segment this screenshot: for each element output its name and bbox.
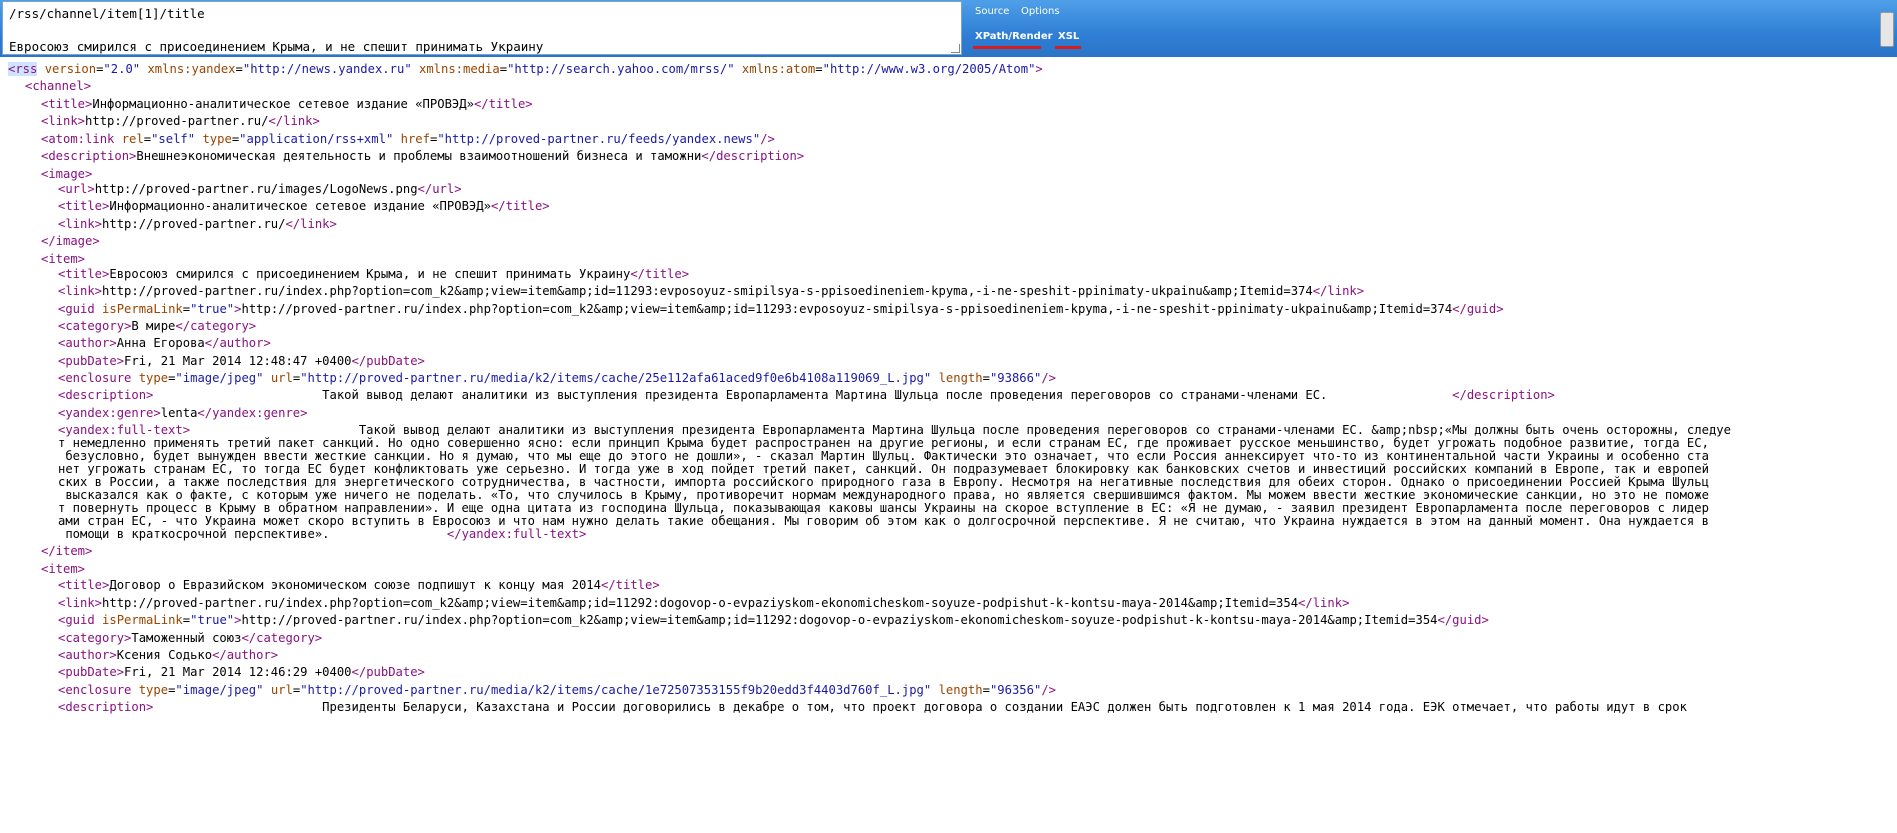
xpath-query-textarea[interactable]: /rss/channel/item[1]/title Евросоюз смир… <box>2 1 962 55</box>
item2-enclosure-line: <enclosure type="image/jpeg" url="http:/… <box>58 683 1057 697</box>
channel-title-line: <title>Информационно-аналитическое сетев… <box>41 97 533 111</box>
item2-category-line: <category>Таможенный союз</category> <box>58 631 323 645</box>
rss-open-line: <rss version="2.0" xmlns:yandex="http://… <box>8 62 1043 76</box>
image-link-line: <link>http://proved-partner.ru/</link> <box>58 217 337 231</box>
item1-link-line: <link>http://proved-partner.ru/index.php… <box>58 284 1365 298</box>
channel-description-line: <description>Внешнеэкономическая деятель… <box>41 149 805 163</box>
tab-xpath-render[interactable]: XPath/Render <box>975 31 1053 42</box>
item1-enclosure-line: <enclosure type="image/jpeg" url="http:/… <box>58 371 1057 385</box>
source-link[interactable]: Source <box>975 6 1009 17</box>
active-tab-underline <box>973 46 1041 49</box>
item2-title-line: <title>Договор о Евразийском экономическ… <box>58 578 660 592</box>
xpath-result-text: Евросоюз смирился с присоединением Крыма… <box>9 39 544 54</box>
item2-description-line: <description> Президенты Беларуси, Казах… <box>58 700 1687 714</box>
item2-author-line: <author>Ксения Содько</author> <box>58 648 279 662</box>
item1-author-line: <author>Анна Егорова</author> <box>58 336 271 350</box>
image-close-line: </image> <box>41 234 100 248</box>
scrollbar-thumb[interactable] <box>1880 12 1894 47</box>
item-close-line: </item> <box>41 544 93 558</box>
item1-fulltext-line-9: помощи в краткосрочной перспективе». </y… <box>58 527 587 541</box>
item1-guid-line: <guid isPermaLink="true">http://proved-p… <box>58 302 1504 316</box>
item2-link-line: <link>http://proved-partner.ru/index.php… <box>58 596 1350 610</box>
item1-pubdate-line: <pubDate>Fri, 21 Mar 2014 12:48:47 +0400… <box>58 354 425 368</box>
image-title-line: <title>Информационно-аналитическое сетев… <box>58 199 550 213</box>
image-url-line: <url>http://proved-partner.ru/images/Log… <box>58 182 462 196</box>
item2-guid-line: <guid isPermaLink="true">http://proved-p… <box>58 613 1489 627</box>
tab-xsl[interactable]: XSL <box>1058 31 1079 42</box>
channel-link-line: <link>http://proved-partner.ru/</link> <box>41 114 320 128</box>
xpath-toolbar: /rss/channel/item[1]/title Евросоюз смир… <box>0 0 1897 57</box>
resize-grip-icon[interactable] <box>951 44 960 53</box>
options-link[interactable]: Options <box>1021 6 1060 17</box>
item2-pubdate-line: <pubDate>Fri, 21 Mar 2014 12:46:29 +0400… <box>58 665 425 679</box>
tab-underline <box>1055 46 1081 49</box>
item1-title-line: <title>Евросоюз смирился с присоединение… <box>58 267 690 281</box>
item1-category-line: <category>В мире</category> <box>58 319 257 333</box>
xpath-query-text: /rss/channel/item[1]/title <box>9 6 205 21</box>
item1-genre-line: <yandex:genre>lenta</yandex:genre> <box>58 406 308 420</box>
channel-open-line: <channel> <box>25 79 92 93</box>
xml-source-view: <rss version="2.0" xmlns:yandex="http://… <box>0 58 1897 833</box>
item1-description-line: <description> Такой вывод делают аналити… <box>58 388 1555 402</box>
atom-link-line: <atom:link rel="self" type="application/… <box>41 132 775 146</box>
